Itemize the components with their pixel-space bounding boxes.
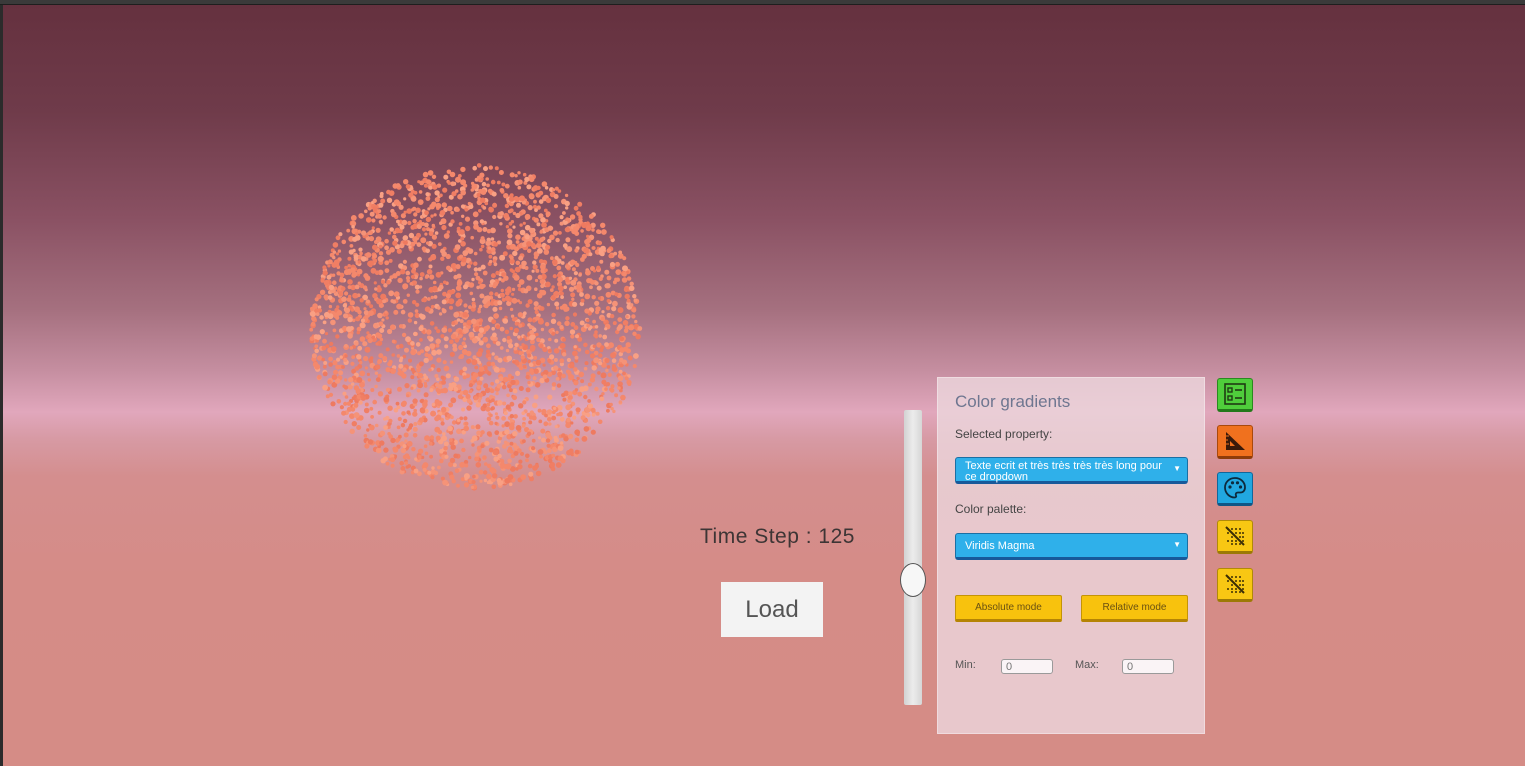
min-input[interactable] [1001, 659, 1053, 674]
min-label: Min: [955, 659, 976, 671]
dropdown-arrow-icon: ▼ [1173, 540, 1181, 549]
max-input[interactable] [1122, 659, 1174, 674]
ruler-triangle-icon [1226, 432, 1245, 450]
hide-points-icon [1225, 526, 1245, 546]
color-palette-dropdown[interactable]: Viridis Magma ▼ [955, 533, 1188, 560]
time-slider-track[interactable] [904, 410, 922, 705]
load-button[interactable]: Load [721, 582, 823, 637]
max-label: Max: [1075, 659, 1099, 671]
checklist-icon [1224, 383, 1246, 405]
hide-points-icon [1225, 574, 1245, 594]
measure-button[interactable] [1217, 425, 1253, 459]
dropdown-arrow-icon: ▼ [1173, 464, 1181, 473]
color-palette-label: Color palette: [955, 502, 1027, 516]
properties-list-button[interactable] [1217, 378, 1253, 412]
color-gradients-panel: Color gradients Selected property: Texte… [937, 377, 1205, 734]
selected-property-value: Texte ecrit et très très très très long … [965, 461, 1162, 483]
color-palette-button[interactable] [1217, 472, 1253, 506]
absolute-mode-button[interactable]: Absolute mode [955, 595, 1062, 622]
palette-icon [1224, 477, 1246, 499]
time-step-label: Time Step : 125 [700, 525, 855, 548]
selected-property-dropdown[interactable]: Texte ecrit et très très très très long … [955, 457, 1188, 484]
relative-mode-button[interactable]: Relative mode [1081, 595, 1188, 622]
hide-points-button-2[interactable] [1217, 568, 1253, 602]
color-palette-value: Viridis Magma [965, 541, 1035, 552]
scene-viewport[interactable] [3, 5, 1525, 766]
panel-title: Color gradients [955, 392, 1071, 411]
time-slider-handle[interactable] [900, 563, 926, 597]
selected-property-label: Selected property: [955, 427, 1053, 441]
particle-sphere [309, 163, 643, 491]
hide-points-button-1[interactable] [1217, 520, 1253, 554]
